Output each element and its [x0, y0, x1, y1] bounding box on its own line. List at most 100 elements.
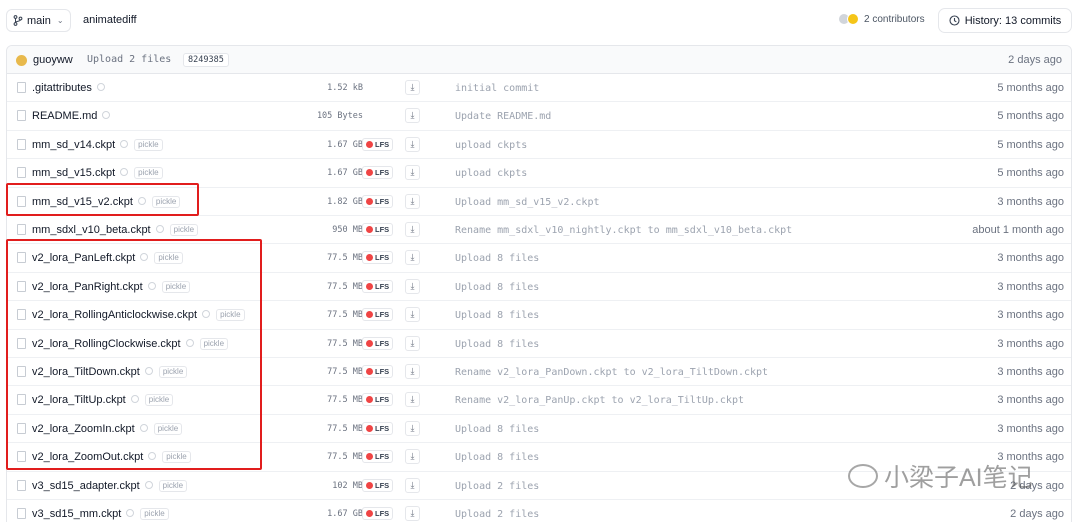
table-row[interactable]: v2_lora_TiltDown.ckpt pickle 77.5 MB LFS ⤓ Re…: [7, 358, 1071, 387]
pickle-badge[interactable]: pickle: [216, 309, 245, 322]
download-icon[interactable]: ⤓: [405, 420, 420, 436]
safety-check-icon[interactable]: [144, 480, 153, 489]
commit-message-link[interactable]: upload ckpts: [455, 168, 527, 179]
commit-message-link[interactable]: Upload mm_sd_v15_v2.ckpt: [455, 197, 600, 208]
file-name-link[interactable]: README.md: [32, 110, 111, 122]
pickle-badge[interactable]: pickle: [161, 280, 191, 293]
file-name-link[interactable]: mm_sd_v15_v2.ckpt pickle: [32, 195, 181, 208]
download-icon[interactable]: ⤓: [405, 392, 420, 408]
safety-check-icon[interactable]: [102, 111, 111, 120]
commit-message-link[interactable]: upload ckpts: [455, 140, 527, 151]
lfs-badge[interactable]: LFS: [362, 223, 394, 236]
safety-check-icon[interactable]: [147, 281, 156, 290]
table-row[interactable]: v2_lora_RollingClockwise.ckpt pickle 77.5 …: [7, 330, 1071, 358]
commit-message-link[interactable]: Rename v2_lora_PanDown.ckpt to v2_lora_T…: [455, 367, 768, 378]
safety-check-icon[interactable]: [96, 83, 105, 91]
file-name-link[interactable]: .gitattributes: [32, 82, 105, 94]
safety-check-icon[interactable]: [120, 139, 129, 148]
safety-check-icon[interactable]: [148, 452, 157, 461]
table-row[interactable]: .gitattributes 1.52 kB ⤓ initial commit 5 mo…: [7, 74, 1071, 103]
download-icon[interactable]: ⤓: [405, 506, 420, 521]
safety-check-icon[interactable]: [139, 423, 148, 432]
pickle-badge[interactable]: pickle: [158, 479, 188, 492]
lfs-badge[interactable]: LFS: [362, 421, 394, 435]
download-icon[interactable]: ⤓: [405, 278, 420, 294]
table-row[interactable]: mm_sdxl_v10_beta.ckpt pickle 950 MB LFS ⤓ Ren…: [7, 216, 1071, 245]
pickle-badge[interactable]: pickle: [158, 366, 188, 378]
download-icon[interactable]: ⤓: [405, 193, 420, 209]
file-name-link[interactable]: v2_lora_TiltUp.ckpt pickle: [32, 394, 174, 407]
safety-check-icon[interactable]: [202, 310, 211, 319]
table-row[interactable]: mm_sd_v15.ckpt pickle 1.67 GB LFS ⤓ upload ck…: [7, 159, 1071, 188]
file-name-link[interactable]: v2_lora_ZoomIn.ckpt pickle: [32, 422, 183, 435]
lfs-badge[interactable]: LFS: [362, 450, 394, 464]
breadcrumb-path[interactable]: animatediff: [83, 14, 137, 26]
table-row[interactable]: v2_lora_ZoomIn.ckpt pickle 77.5 MB LFS ⤓ Uplo…: [7, 415, 1071, 444]
lfs-badge[interactable]: LFS: [362, 194, 394, 208]
safety-check-icon[interactable]: [185, 338, 194, 347]
file-name-link[interactable]: mm_sd_v15.ckpt pickle: [32, 167, 163, 180]
download-icon[interactable]: ⤓: [405, 477, 420, 493]
commit-message-link[interactable]: Update README.md: [455, 111, 551, 122]
safety-check-icon[interactable]: [140, 253, 149, 262]
download-icon[interactable]: ⤓: [405, 449, 420, 465]
download-icon[interactable]: ⤓: [405, 335, 420, 351]
pickle-badge[interactable]: pickle: [134, 167, 163, 180]
commit-message-link[interactable]: Rename v2_lora_PanUp.ckpt to v2_lora_Til…: [455, 395, 744, 406]
download-icon[interactable]: ⤓: [405, 165, 420, 181]
table-row[interactable]: v2_lora_TiltUp.ckpt pickle 77.5 MB LFS ⤓ Rena…: [7, 386, 1071, 415]
commit-message-link[interactable]: Upload 8 files: [455, 339, 539, 350]
file-name-link[interactable]: v2_lora_TiltDown.ckpt pickle: [32, 366, 188, 378]
commit-message-link[interactable]: Upload 8 files: [455, 282, 539, 293]
table-row[interactable]: v2_lora_PanLeft.ckpt pickle 77.5 MB LFS ⤓ Upl…: [7, 244, 1071, 273]
table-row[interactable]: mm_sd_v14.ckpt pickle 1.67 GB LFS ⤓ upload ck…: [7, 131, 1071, 160]
branch-selector[interactable]: main ⌄: [6, 9, 71, 32]
lfs-badge[interactable]: LFS: [362, 308, 394, 322]
download-icon[interactable]: ⤓: [405, 222, 420, 237]
safety-check-icon[interactable]: [126, 509, 135, 517]
safety-check-icon[interactable]: [137, 196, 146, 205]
pickle-badge[interactable]: pickle: [144, 394, 174, 407]
commit-message-link[interactable]: Upload 8 files: [455, 452, 539, 463]
lfs-badge[interactable]: LFS: [362, 336, 394, 350]
commit-message-link[interactable]: initial commit: [455, 83, 539, 94]
commit-message-link[interactable]: Upload 8 files: [455, 253, 539, 264]
file-name-link[interactable]: v2_lora_PanLeft.ckpt pickle: [32, 252, 183, 265]
lfs-badge[interactable]: LFS: [362, 365, 394, 378]
safety-check-icon[interactable]: [144, 367, 153, 375]
commit-message-link[interactable]: Upload 8 files: [455, 310, 539, 321]
file-name-link[interactable]: v3_sd15_mm.ckpt pickle: [32, 508, 169, 520]
pickle-badge[interactable]: pickle: [154, 252, 183, 265]
pickle-badge[interactable]: pickle: [199, 337, 229, 350]
safety-check-icon[interactable]: [130, 395, 139, 404]
commit-message-link[interactable]: Upload 8 files: [455, 424, 539, 435]
lfs-badge[interactable]: LFS: [362, 279, 394, 293]
pickle-badge[interactable]: pickle: [151, 195, 181, 208]
file-name-link[interactable]: v2_lora_RollingClockwise.ckpt pickle: [32, 337, 229, 350]
pickle-badge[interactable]: pickle: [134, 138, 163, 151]
commit-message-link[interactable]: Upload 2 files: [455, 481, 539, 492]
pickle-badge[interactable]: pickle: [169, 224, 199, 236]
file-name-link[interactable]: mm_sdxl_v10_beta.ckpt pickle: [32, 224, 199, 236]
file-name-link[interactable]: v2_lora_RollingAnticlockwise.ckpt pickle: [32, 309, 245, 322]
history-button[interactable]: History: 13 commits: [938, 8, 1072, 33]
lfs-badge[interactable]: LFS: [362, 137, 394, 151]
safety-check-icon[interactable]: [120, 168, 129, 177]
lfs-badge[interactable]: LFS: [362, 251, 394, 265]
commit-hash[interactable]: 8249385: [183, 53, 229, 67]
lfs-badge[interactable]: LFS: [362, 166, 394, 180]
pickle-badge[interactable]: pickle: [162, 451, 191, 464]
table-row[interactable]: v2_lora_PanRight.ckpt pickle 77.5 MB LFS ⤓ Up…: [7, 273, 1071, 302]
download-icon[interactable]: ⤓: [405, 250, 420, 266]
download-icon[interactable]: ⤓: [405, 307, 420, 323]
lfs-badge[interactable]: LFS: [362, 478, 394, 492]
download-icon[interactable]: ⤓: [405, 108, 420, 124]
commit-message-link[interactable]: Rename mm_sdxl_v10_nightly.ckpt to mm_sd…: [455, 225, 792, 236]
table-row[interactable]: v2_lora_RollingAnticlockwise.ckpt pickle 7…: [7, 301, 1071, 330]
lfs-badge[interactable]: LFS: [362, 393, 394, 407]
commit-message[interactable]: Upload 2 files: [87, 54, 171, 65]
lfs-badge[interactable]: LFS: [362, 507, 394, 520]
file-name-link[interactable]: v3_sd15_adapter.ckpt pickle: [32, 479, 188, 492]
download-icon[interactable]: ⤓: [405, 364, 420, 379]
commit-message-link[interactable]: Upload 2 files: [455, 509, 539, 520]
